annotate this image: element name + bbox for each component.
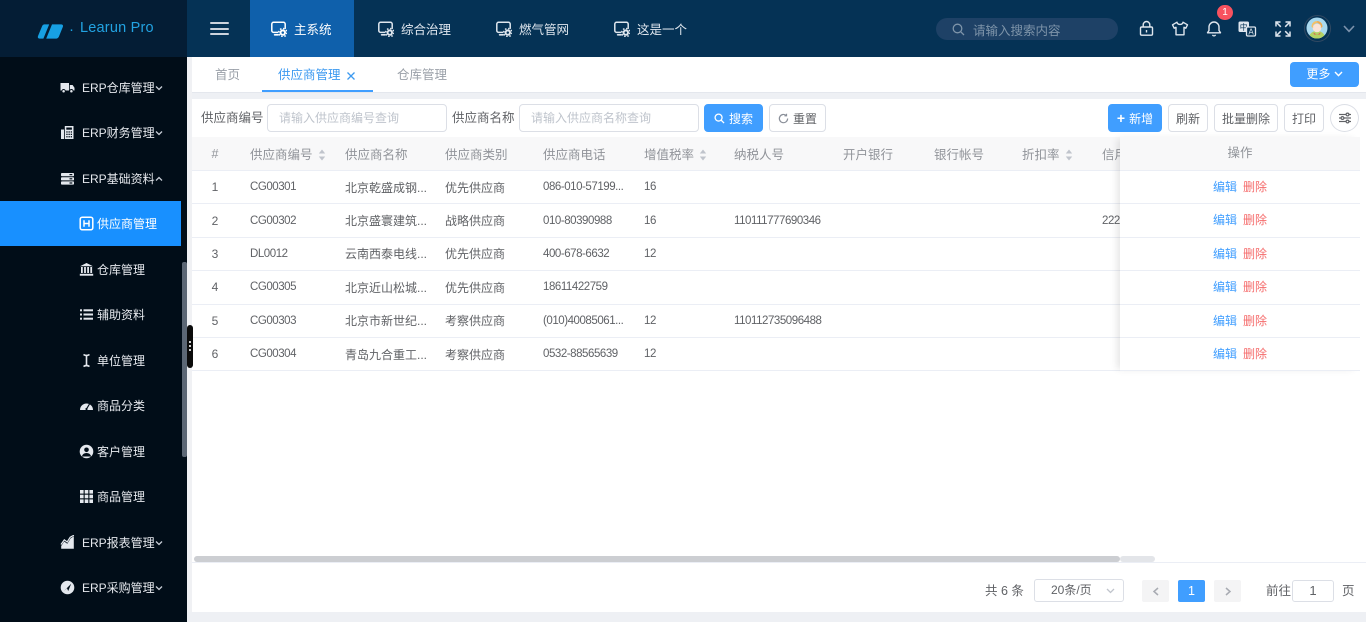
svg-text:A: A	[1248, 27, 1254, 36]
